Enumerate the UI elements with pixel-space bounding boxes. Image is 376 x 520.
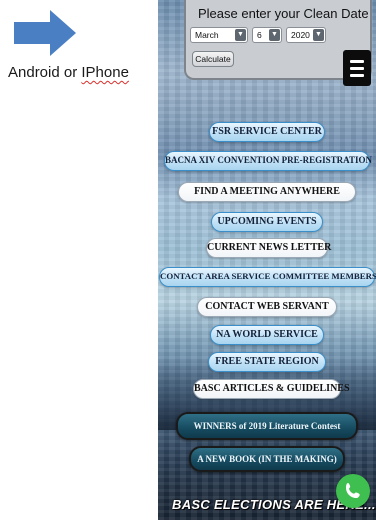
chevron-down-icon: ▼ bbox=[235, 29, 246, 41]
caption-word: IPhone bbox=[81, 64, 129, 81]
day-value: 6 bbox=[257, 30, 262, 40]
calculate-button[interactable]: Calculate bbox=[192, 51, 234, 67]
nav-button-contact-asc-members[interactable]: CONTACT AREA SERVICE COMMITTEE MEMBERS bbox=[159, 267, 376, 287]
month-select[interactable]: March ▼ bbox=[190, 27, 248, 43]
nav-button-free-state-region[interactable]: FREE STATE REGION bbox=[208, 352, 326, 372]
nav-button-fsr-service-center[interactable]: FSR SERVICE CENTER bbox=[209, 122, 325, 142]
platform-caption: Android or IPhone bbox=[8, 64, 129, 81]
nav-button-upcoming-events[interactable]: UPCOMING EVENTS bbox=[211, 212, 323, 232]
chevron-down-icon: ▼ bbox=[313, 29, 324, 41]
literature-contest-winners-button[interactable]: WINNERS of 2019 Literature Contest bbox=[176, 412, 358, 440]
day-select[interactable]: 6 ▼ bbox=[252, 27, 282, 43]
chevron-down-icon: ▼ bbox=[269, 29, 280, 41]
nav-button-na-world-service[interactable]: NA WORLD SERVICE bbox=[210, 325, 324, 345]
nav-button-current-news-letter[interactable]: CURRENT NEWS LETTER bbox=[206, 238, 331, 258]
month-value: March bbox=[195, 30, 219, 40]
clean-date-title: Please enter your Clean Date bbox=[198, 6, 369, 21]
nav-button-convention-preregistration[interactable]: BACNA XIV CONVENTION PRE-REGISTRATION bbox=[164, 151, 372, 171]
new-book-button[interactable]: A NEW BOOK (IN THE MAKING) bbox=[189, 446, 345, 472]
hamburger-menu-icon[interactable] bbox=[343, 50, 371, 86]
caption-prefix: Android or bbox=[8, 64, 82, 81]
right-arrow-icon bbox=[14, 10, 76, 56]
nav-button-basc-articles-guidelines[interactable]: BASC ARTICLES & GUIDELINES bbox=[193, 379, 350, 399]
mobile-site-screenshot: Please enter your Clean Date March ▼ 6 ▼… bbox=[158, 0, 376, 520]
year-value: 2020 bbox=[291, 30, 310, 40]
nav-button-contact-web-servant[interactable]: CONTACT WEB SERVANT bbox=[197, 297, 337, 317]
nav-button-find-a-meeting[interactable]: FIND A MEETING ANYWHERE bbox=[178, 182, 356, 202]
phone-icon[interactable] bbox=[336, 474, 370, 508]
year-select[interactable]: 2020 ▼ bbox=[286, 27, 326, 43]
